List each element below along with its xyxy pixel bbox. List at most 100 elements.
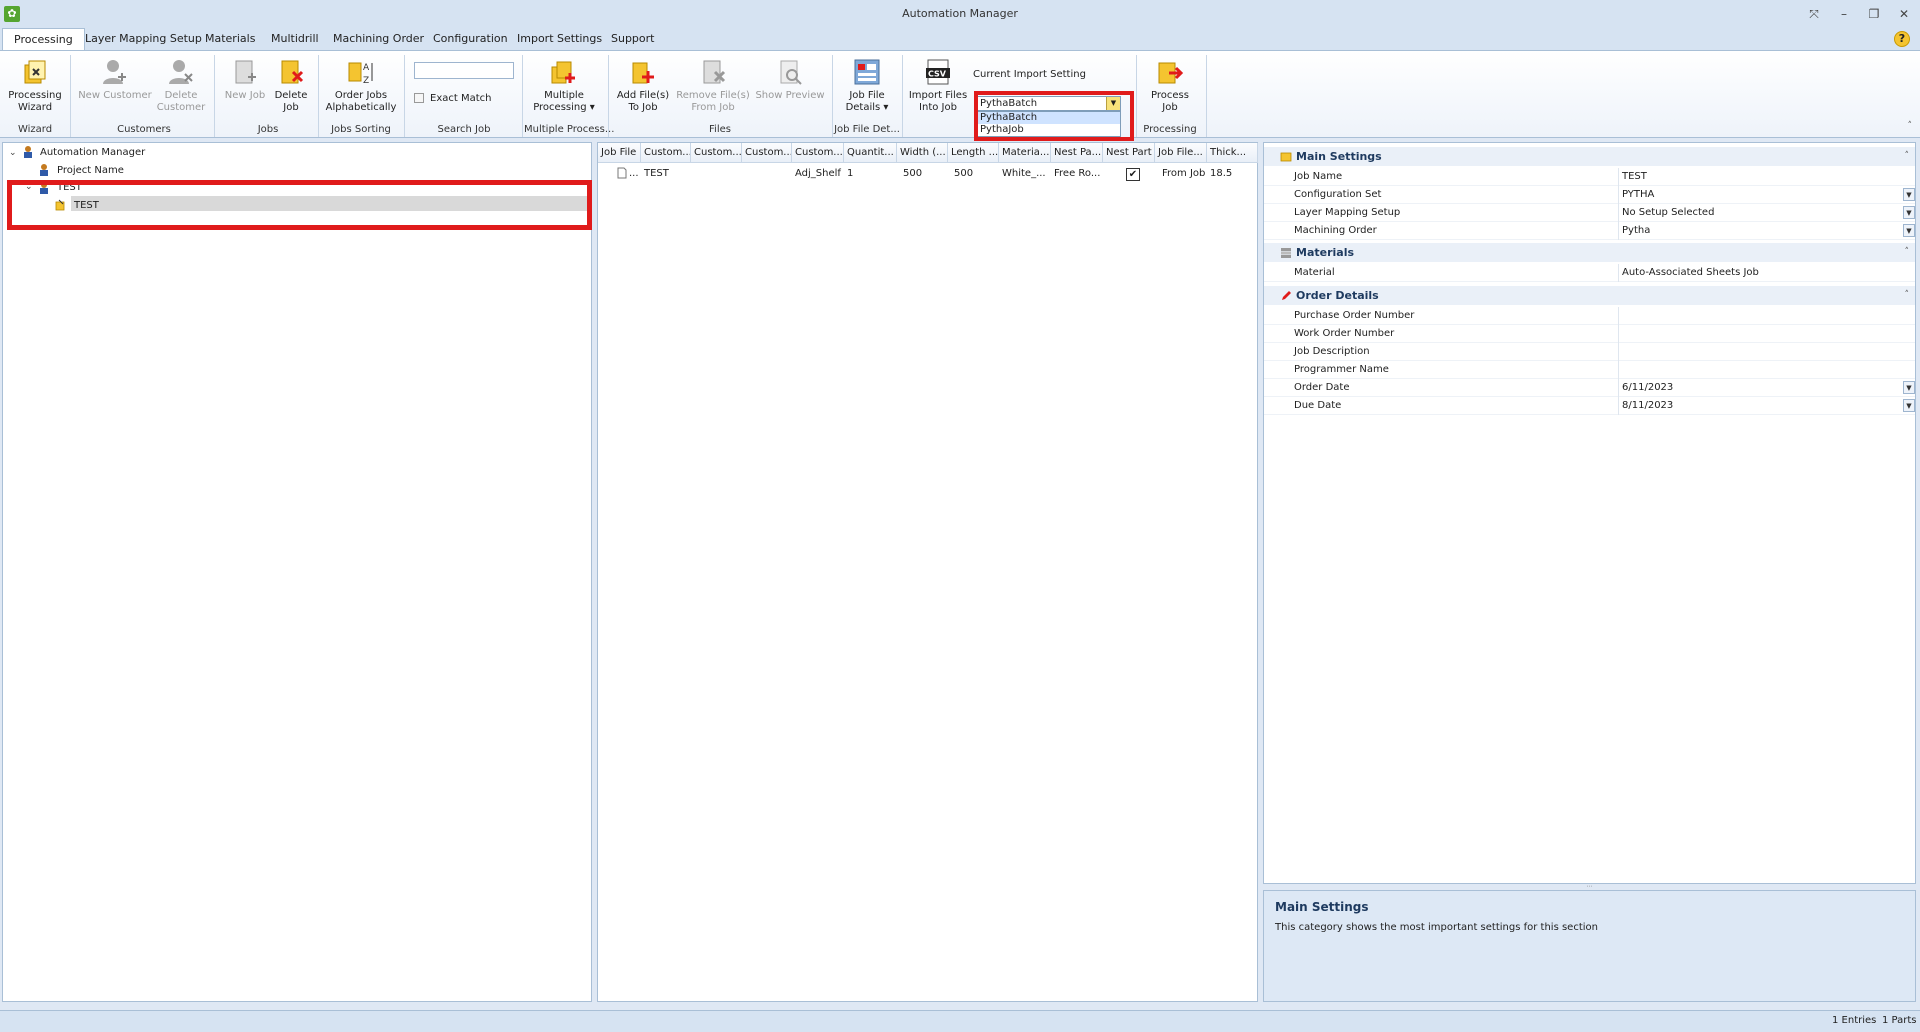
group-label-processing: Processing — [1143, 124, 1197, 135]
description-panel: Main Settings This category shows the mo… — [1263, 890, 1916, 1002]
processing-wizard-button[interactable]: Processing Wizard — [6, 57, 64, 114]
collapse-icon[interactable]: ˄ — [1905, 243, 1910, 262]
category-main-settings[interactable]: Main Settings ˄ — [1264, 147, 1915, 166]
tab-processing[interactable]: Processing — [2, 28, 85, 51]
chevron-down-icon[interactable]: ▼ — [1903, 206, 1915, 219]
add-file-icon — [632, 62, 654, 84]
new-job-button[interactable]: New Job — [222, 57, 268, 102]
csv-import-icon: CSV — [926, 59, 950, 85]
group-separator — [1136, 55, 1137, 137]
property-row-work-order-number[interactable]: Work Order Number — [1264, 325, 1915, 343]
pencil-icon — [1282, 291, 1291, 300]
process-job-button[interactable]: Process Job — [1140, 57, 1200, 114]
column-header-nest-pattern[interactable]: Nest Pa... — [1051, 143, 1103, 163]
tab-multidrill[interactable]: Multidrill — [260, 28, 330, 50]
import-files-button[interactable]: CSV Import Files Into Job — [906, 57, 970, 114]
property-row-layer-mapping-setup[interactable]: Layer Mapping Setup No Setup Selected ▼ — [1264, 204, 1915, 222]
group-separator — [214, 55, 215, 137]
pin-icon[interactable]: ⤧ — [1802, 5, 1826, 23]
add-files-button[interactable]: Add File(s) To Job — [612, 57, 674, 114]
status-bar: 1 Entries 1 Parts — [0, 1010, 1920, 1032]
column-header-custom-2[interactable]: Custom... — [691, 143, 742, 163]
group-label-jobs: Jobs — [257, 124, 279, 135]
process-job-icon — [1158, 62, 1184, 84]
tab-machining-order[interactable]: Machining Order — [322, 28, 435, 50]
column-header-width[interactable]: Width (... — [897, 143, 948, 163]
category-order-details[interactable]: Order Details ˄ — [1264, 286, 1915, 305]
user-add-icon — [103, 60, 126, 84]
delete-customer-button[interactable]: Delete Customer — [152, 57, 210, 114]
property-grid: Main Settings ˄ Job Name TEST Configuratio… — [1263, 142, 1916, 884]
search-job-input[interactable] — [414, 62, 514, 79]
tab-configuration[interactable]: Configuration — [422, 28, 519, 50]
job-file-details-button[interactable]: Job File Details ▾ — [836, 57, 898, 114]
tab-support[interactable]: Support — [600, 28, 665, 50]
column-header-material[interactable]: Materia... — [999, 143, 1051, 163]
column-header-job-file-source[interactable]: Job File... — [1155, 143, 1207, 163]
tree-node-automation-manager[interactable]: Automation Manager — [40, 147, 145, 158]
restore-button[interactable]: ❐ — [1862, 5, 1886, 23]
group-label-multiple-process: Multiple Process... — [524, 124, 615, 135]
column-header-custom-4[interactable]: Custom... — [792, 143, 844, 163]
sort-alphabetical-icon: AZ — [348, 62, 373, 86]
svg-text:CSV: CSV — [928, 70, 947, 79]
ribbon-tabs: Processing Layer Mapping Setup Materials… — [0, 28, 1920, 51]
column-header-nest-part[interactable]: Nest Part — [1103, 143, 1155, 163]
delete-job-button[interactable]: Delete Job — [268, 57, 314, 114]
group-label-files: Files — [709, 124, 731, 135]
window-title: Automation Manager — [902, 7, 1018, 20]
property-row-order-date[interactable]: Order Date 6/11/2023 ▼ — [1264, 379, 1915, 397]
cell-quantity: 1 — [847, 168, 854, 179]
property-row-due-date[interactable]: Due Date 8/11/2023 ▼ — [1264, 397, 1915, 415]
ribbon: Processing Wizard Wizard New Customer De… — [0, 50, 1920, 141]
multiple-processing-button[interactable]: Multiple Processing ▾ — [526, 57, 602, 114]
exact-match-box[interactable] — [414, 93, 424, 103]
tab-materials[interactable]: Materials — [194, 28, 266, 50]
column-header-custom-3[interactable]: Custom... — [742, 143, 792, 163]
minimize-button[interactable]: – — [1832, 5, 1856, 23]
property-row-purchase-order-number[interactable]: Purchase Order Number — [1264, 307, 1915, 325]
tab-import-settings[interactable]: Import Settings — [506, 28, 613, 50]
app-window: ✿ Automation Manager ⤧ – ❐ ✕ Processing … — [0, 0, 1920, 1032]
chevron-down-icon[interactable]: ⌄ — [9, 148, 17, 158]
settings-icon — [1280, 152, 1292, 162]
chevron-down-icon[interactable]: ▼ — [1903, 399, 1915, 412]
collapse-ribbon-icon[interactable]: ˄ — [1908, 121, 1913, 131]
chevron-down-icon[interactable]: ▼ — [1903, 188, 1915, 201]
property-row-configuration-set[interactable]: Configuration Set PYTHA ▼ — [1264, 186, 1915, 204]
tree-node-project-name[interactable]: Project Name — [57, 165, 124, 176]
property-row-machining-order[interactable]: Machining Order Pytha ▼ — [1264, 222, 1915, 240]
exact-match-checkbox[interactable]: Exact Match — [414, 93, 491, 104]
nest-part-checkbox[interactable]: ✔ — [1126, 168, 1140, 181]
column-header-thickness[interactable]: Thick... — [1207, 143, 1258, 163]
property-row-material[interactable]: Material Auto-Associated Sheets Job — [1264, 264, 1915, 282]
column-header-custom-1[interactable]: Custom... — [641, 143, 691, 163]
collapse-icon[interactable]: ˄ — [1905, 286, 1910, 305]
order-jobs-alphabetically-button[interactable]: AZ Order Jobs Alphabetically — [324, 57, 398, 114]
column-header-quantity[interactable]: Quantit... — [844, 143, 897, 163]
cell-custom-4: Adj_Shelf — [795, 168, 841, 179]
remove-files-button[interactable]: Remove File(s) From Job — [674, 57, 752, 114]
collapse-icon[interactable]: ˄ — [1905, 147, 1910, 166]
cell-material: White_... — [1002, 168, 1046, 179]
property-row-programmer-name[interactable]: Programmer Name — [1264, 361, 1915, 379]
new-customer-button[interactable]: New Customer — [78, 57, 152, 102]
chevron-down-icon[interactable]: ▼ — [1903, 381, 1915, 394]
tab-layer-mapping-setup[interactable]: Layer Mapping Setup — [74, 28, 213, 50]
group-label-search-job: Search Job — [437, 124, 491, 135]
description-text: This category shows the most important s… — [1275, 922, 1598, 933]
group-label-customers: Customers — [117, 124, 171, 135]
delete-job-icon — [281, 60, 304, 84]
column-header-job-file[interactable]: Job File — [598, 143, 641, 163]
column-header-length[interactable]: Length ... — [948, 143, 999, 163]
chevron-down-icon[interactable]: ▼ — [1903, 224, 1915, 237]
property-row-job-name[interactable]: Job Name TEST — [1264, 168, 1915, 186]
close-button[interactable]: ✕ — [1892, 5, 1916, 23]
help-icon[interactable]: ? — [1894, 31, 1910, 47]
cell-width: 500 — [903, 168, 923, 179]
category-materials[interactable]: Materials ˄ — [1264, 243, 1915, 262]
group-separator — [70, 55, 71, 137]
show-preview-button[interactable]: Show Preview — [752, 57, 828, 102]
highlight-box-import-setting — [974, 91, 1134, 141]
property-row-job-description[interactable]: Job Description — [1264, 343, 1915, 361]
